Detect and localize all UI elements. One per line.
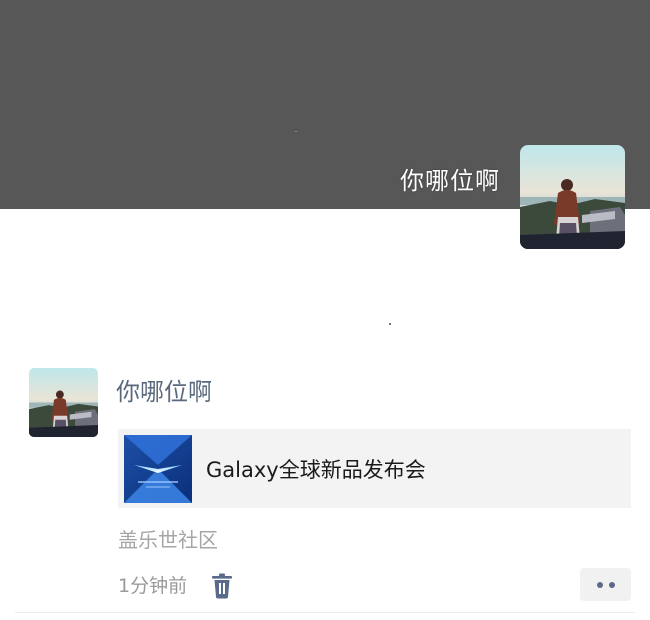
delete-button[interactable]: [210, 573, 234, 599]
post-source[interactable]: 盖乐世社区: [118, 526, 218, 554]
shared-link-card[interactable]: Galaxy全球新品发布会: [118, 429, 631, 508]
avatar-photo-icon: [29, 368, 98, 437]
post-author-avatar[interactable]: [29, 368, 98, 437]
cover-avatar[interactable]: [520, 145, 625, 249]
more-button[interactable]: [580, 568, 631, 601]
post-time: 1分钟前: [118, 575, 188, 597]
cover-user-name[interactable]: 你哪位啊: [400, 164, 500, 198]
more-dots-icon: [608, 581, 615, 588]
shared-link-title: Galaxy全球新品发布会: [206, 457, 426, 482]
trash-icon: [212, 573, 232, 599]
galaxy-event-thumbnail-icon: [124, 434, 192, 503]
post-author-name[interactable]: 你哪位啊: [116, 376, 212, 408]
post-divider: [15, 612, 635, 613]
divider-speck: [389, 323, 391, 325]
avatar-photo-icon: [520, 145, 625, 249]
cover-speck: [295, 131, 297, 132]
more-dots-icon: [596, 581, 603, 588]
